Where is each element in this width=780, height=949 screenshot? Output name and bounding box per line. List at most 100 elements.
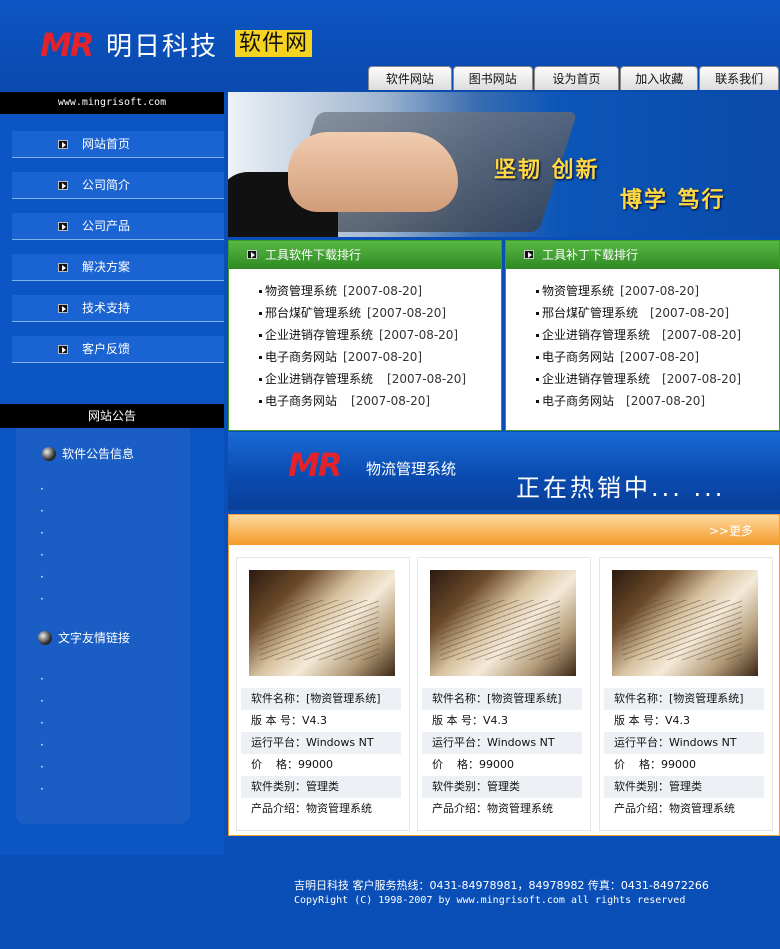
tab-book-site[interactable]: 图书网站 (452, 66, 533, 90)
arrow-bullet-icon (58, 140, 68, 149)
product-version: 版 本 号：V4.3 (432, 714, 509, 727)
item-name: 物资管理系统 (542, 284, 615, 298)
more-link[interactable]: >>更多 (709, 522, 753, 539)
nav-support[interactable]: 技术支持 (12, 295, 224, 322)
arrow-bullet-icon (58, 263, 68, 272)
product-image[interactable] (249, 570, 395, 676)
left-nav: 网站首页 公司简介 公司产品 解决方案 技术支持 客户反馈 (0, 114, 224, 404)
list-item[interactable]: 电子商务网站 [2007-08-20] (506, 346, 779, 368)
list-item[interactable]: · (40, 778, 44, 800)
item-date: [2007-08-20] (367, 306, 447, 320)
product-category: 软件类别：管理类 (241, 776, 401, 798)
list-item[interactable]: 电子商务网站 [2007-08-20] (506, 390, 779, 412)
list-item[interactable]: 企业进销存管理系统 [2007-08-20] (506, 368, 779, 390)
arrow-bullet-icon (524, 250, 534, 259)
footer-copyright: CopyRight (C) 1998-2007 by www.mingrisof… (294, 895, 686, 906)
download-ranking-title: 工具软件下载排行 (229, 241, 501, 269)
arrow-bullet-icon (247, 250, 257, 259)
product-image[interactable] (612, 570, 758, 676)
nav-solutions[interactable]: 解决方案 (12, 254, 224, 281)
top-nav: 软件网站 图书网站 设为首页 加入收藏 联系我们 (368, 66, 780, 90)
hands-image (288, 132, 458, 212)
download-ranking-list: 物资管理系统 [2007-08-20] 邢台煤矿管理系统 [2007-08-20] … (229, 269, 501, 412)
nav-home[interactable]: 网站首页 (12, 131, 224, 158)
list-item[interactable]: · (40, 500, 44, 522)
patch-ranking-title: 工具补丁下载排行 (506, 241, 779, 269)
list-item[interactable]: · (40, 756, 44, 778)
download-ranking-panel: 工具软件下载排行 物资管理系统 [2007-08-20] 邢台煤矿管理系统 [200… (228, 240, 502, 431)
nav-about[interactable]: 公司简介 (12, 172, 224, 199)
list-item[interactable]: · (40, 690, 44, 712)
item-name: 电子商务网站 (542, 394, 615, 408)
tab-add-favorite[interactable]: 加入收藏 (620, 66, 699, 90)
product-section: >>更多 软件名称：[物资管理系统] 版 本 号：V4.3 运行平台：Windo… (228, 514, 780, 836)
list-item[interactable]: 企业进销存管理系统 [2007-08-20] (506, 324, 779, 346)
list-item[interactable]: 物资管理系统 [2007-08-20] (506, 280, 779, 302)
item-date: [2007-08-20] (620, 284, 700, 298)
list-item[interactable]: · (40, 522, 44, 544)
list-item[interactable]: · (40, 668, 44, 690)
tab-set-homepage[interactable]: 设为首页 (533, 66, 620, 90)
site-name: 明日科技 (106, 32, 219, 62)
list-item[interactable]: · (40, 734, 44, 756)
item-name: 电子商务网站 (265, 394, 338, 408)
list-item[interactable]: 电子商务网站 [2007-08-20] (229, 346, 501, 368)
promo-logo-text: MR (288, 446, 343, 484)
list-item[interactable]: · (40, 712, 44, 734)
logo-mark-text: MR (40, 26, 95, 64)
promo-logo-mark: MR (288, 446, 343, 484)
product-version: 版 本 号：V4.3 (614, 714, 691, 727)
list-item[interactable]: · (40, 544, 44, 566)
nav-feedback[interactable]: 客户反馈 (12, 336, 224, 363)
patch-ranking-panel: 工具补丁下载排行 物资管理系统 [2007-08-20] 邢台煤矿管理系统 [200… (505, 240, 780, 431)
slogan-line1: 坚韧 创新 (494, 158, 600, 183)
product-name: 软件名称：[物资管理系统] (604, 688, 764, 710)
list-item[interactable]: 邢台煤矿管理系统 [2007-08-20] (506, 302, 779, 324)
list-item[interactable]: 邢台煤矿管理系统 [2007-08-20] (229, 302, 501, 324)
tab-software-site[interactable]: 软件网站 (368, 66, 452, 90)
promo-banner[interactable]: MR 物流管理系统 正在热销中... ... (228, 432, 780, 510)
product-category: 软件类别：管理类 (604, 776, 764, 798)
nav-label: 客户反馈 (82, 342, 131, 356)
item-date: [2007-08-20] (650, 306, 730, 320)
item-name: 企业进销存管理系统 (542, 328, 651, 342)
arrow-bullet-icon (58, 345, 68, 354)
tab-contact-us[interactable]: 联系我们 (699, 66, 779, 90)
software-notice-list: · · · · · · (40, 478, 44, 610)
nav-products[interactable]: 公司产品 (12, 213, 224, 240)
product-card[interactable]: 软件名称：[物资管理系统] 版 本 号：V4.3 运行平台：Windows NT… (236, 557, 410, 831)
logo-mark[interactable]: MR (40, 26, 95, 64)
item-name: 物资管理系统 (265, 284, 338, 298)
site-url: www.mingrisoft.com (0, 92, 224, 114)
product-price: 价 格：99000 (614, 758, 696, 771)
product-card[interactable]: 软件名称：[物资管理系统] 版 本 号：V4.3 运行平台：Windows NT… (599, 557, 773, 831)
product-image[interactable] (430, 570, 576, 676)
list-item[interactable]: 企业进销存管理系统 [2007-08-20] (229, 368, 501, 390)
arrow-bullet-icon (58, 222, 68, 231)
product-card[interactable]: 软件名称：[物资管理系统] 版 本 号：V4.3 运行平台：Windows NT… (417, 557, 591, 831)
item-date: [2007-08-20] (662, 328, 742, 342)
item-name: 电子商务网站 (542, 350, 615, 364)
arrow-bullet-icon (58, 304, 68, 313)
list-item[interactable]: 电子商务网站 [2007-08-20] (229, 390, 501, 412)
product-price: 价 格：99000 (432, 758, 514, 771)
notice-panel: 软件公告信息 · · · · · · 文字友情链接 · · · · · · (0, 428, 224, 855)
footer-contact: 吉明日科技 客户服务热线：0431-84978981，84978982 传真：0… (294, 879, 709, 892)
product-version: 版 本 号：V4.3 (251, 714, 328, 727)
heading-label: 文字友情链接 (58, 631, 131, 645)
list-item[interactable]: · (40, 588, 44, 610)
list-item[interactable]: 物资管理系统 [2007-08-20] (229, 280, 501, 302)
list-item[interactable]: 企业进销存管理系统 [2007-08-20] (229, 324, 501, 346)
product-intro: 产品介绍：物资管理系统 (614, 802, 735, 815)
promo-product: 物流管理系统 (366, 460, 457, 478)
list-item[interactable]: · (40, 478, 44, 500)
product-platform: 运行平台：Windows NT (422, 732, 582, 754)
item-date: [2007-08-20] (379, 328, 459, 342)
list-item[interactable]: · (40, 566, 44, 588)
arrow-bullet-icon (58, 181, 68, 190)
nav-label: 技术支持 (82, 301, 131, 315)
item-date: [2007-08-20] (351, 394, 431, 408)
product-section-bar: >>更多 (229, 515, 779, 545)
product-intro: 产品介绍：物资管理系统 (251, 802, 372, 815)
item-name: 邢台煤矿管理系统 (542, 306, 639, 320)
